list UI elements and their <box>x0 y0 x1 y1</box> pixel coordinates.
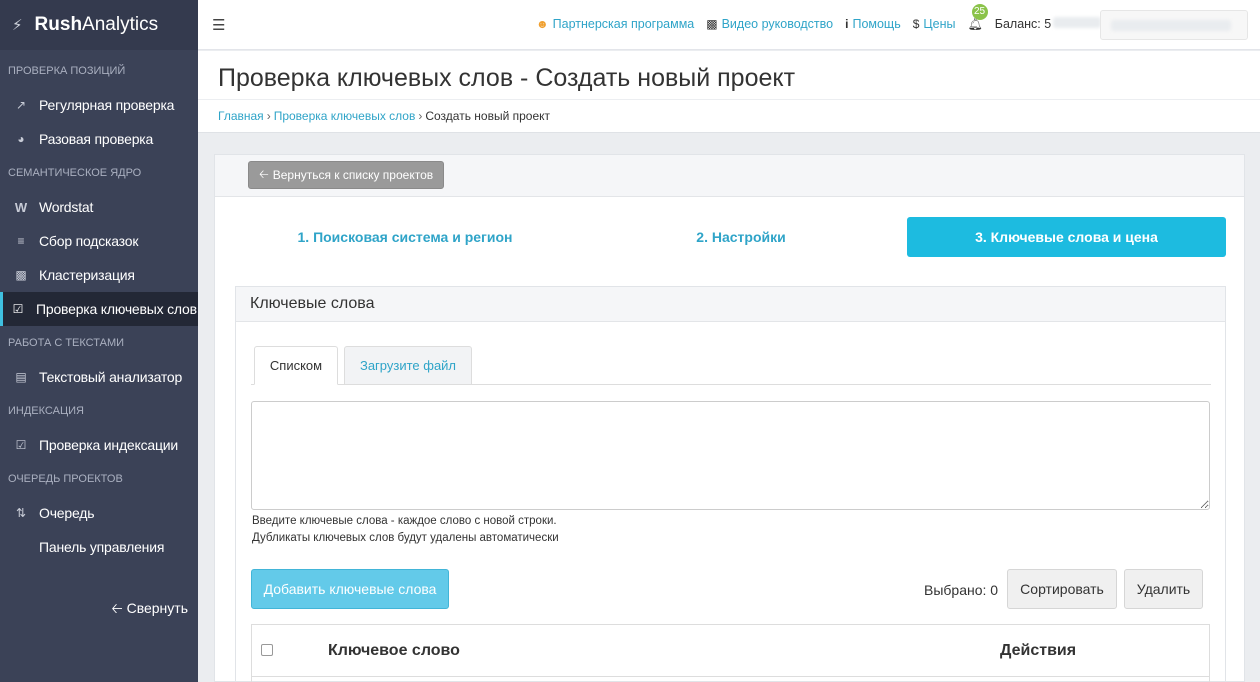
pie-chart-icon: ◕ <box>17 132 25 146</box>
notifications-button[interactable]: 🔔︎ 25 <box>968 4 988 31</box>
sitemap-icon: ▩ <box>15 268 27 282</box>
check-square-icon: ☑ <box>12 302 24 316</box>
step-search-engine-region[interactable]: 1. Поисковая система и регион <box>235 217 575 257</box>
page-title: Проверка ключевых слов - Создать новый п… <box>218 64 796 92</box>
align-left-icon: ≡ <box>17 234 25 248</box>
delete-button[interactable]: Удалить <box>1124 569 1203 609</box>
sidebar-item-label: Панель управления <box>39 539 165 555</box>
sidebar-section-queue: Очередь проектов <box>8 473 123 485</box>
redacted-username <box>1111 20 1231 31</box>
hamburger-menu-icon[interactable]: ☰ <box>212 16 225 34</box>
page-header: Проверка ключевых слов - Создать новый п… <box>198 51 1260 133</box>
arrow-left-icon: 🡠 <box>111 600 123 616</box>
check-square-icon: ☑ <box>15 438 27 452</box>
sidebar-item-text-analyzer[interactable]: ▤ Текстовый анализатор <box>0 360 198 394</box>
prices-link[interactable]: $ Цены <box>913 17 956 31</box>
sort-button[interactable]: Сортировать <box>1007 569 1117 609</box>
line-chart-icon: ↗ <box>15 98 27 112</box>
breadcrumb-keyword-check[interactable]: Проверка ключевых слов <box>274 109 416 123</box>
info-icon: i <box>845 17 849 31</box>
panel-top-bar: 🡠 Вернуться к списку проектов <box>215 155 1244 197</box>
sort-numeric-icon: ⇅ <box>15 506 27 520</box>
balance-label: Баланс: 5 <box>995 17 1102 31</box>
breadcrumb-home[interactable]: Главная <box>218 109 264 123</box>
step-settings[interactable]: 2. Настройки <box>575 217 907 257</box>
sidebar-section-semantic: Семантическое ядро <box>8 167 142 179</box>
sidebar-section-texts: Работа с текстами <box>8 337 125 349</box>
bolt-icon: ⚡︎ <box>12 17 23 34</box>
sidebar-item-regular-check[interactable]: ↗ Регулярная проверка <box>0 88 198 122</box>
sidebar-item-label: Регулярная проверка <box>39 97 175 113</box>
column-header-actions: Действия <box>1000 642 1077 659</box>
column-header-keyword: Ключевое слово <box>328 642 460 659</box>
keywords-textarea[interactable] <box>251 401 1210 510</box>
breadcrumb-current: Создать новый проект <box>425 109 551 123</box>
create-project-panel: 🡠 Вернуться к списку проектов 1. Поисков… <box>214 154 1245 682</box>
wizard-steps: 1. Поисковая система и регион 2. Настрой… <box>235 217 1226 257</box>
sidebar-item-label: Wordstat <box>39 199 94 215</box>
sidebar-item-single-check[interactable]: ◕ Разовая проверка <box>0 122 198 156</box>
keywords-table: Ключевое слово Действия <box>251 624 1210 682</box>
sidebar-item-index-check[interactable]: ☑ Проверка индексации <box>0 428 198 462</box>
sidebar-item-keyword-check[interactable]: ☑ Проверка ключевых слов <box>0 292 198 326</box>
keywords-box: Ключевые слова Списком Загрузите файл Вв… <box>235 286 1226 682</box>
sidebar-item-label: Проверка ключевых слов <box>36 301 197 317</box>
tab-upload-file[interactable]: Загрузите файл <box>344 346 472 385</box>
sidebar-item-control-panel[interactable]: Панель управления <box>0 530 198 564</box>
sidebar-item-clustering[interactable]: ▩ Кластеризация <box>0 258 198 292</box>
sidebar-item-wordstat[interactable]: W Wordstat <box>0 190 198 224</box>
sidebar-section-positions: Проверка позиций <box>8 65 126 77</box>
keywords-heading: Ключевые слова <box>236 287 1225 322</box>
sidebar-section-indexing: Индексация <box>8 405 84 417</box>
keywords-tabs: Списком Загрузите файл <box>251 346 1211 385</box>
sidebar: ⚡︎ RushAnalytics Проверка позиций ↗ Регу… <box>0 0 198 682</box>
collapse-sidebar-button[interactable]: 🡠 Свернуть <box>111 598 188 622</box>
redacted-balance <box>1053 17 1102 28</box>
arrow-left-icon: 🡠 <box>259 166 269 181</box>
logo[interactable]: ⚡︎ RushAnalytics <box>0 0 198 50</box>
sidebar-item-label: Сбор подсказок <box>39 233 139 249</box>
sidebar-item-queue[interactable]: ⇅ Очередь <box>0 496 198 530</box>
partner-program-link[interactable]: ☻ Партнерская программа <box>536 17 694 31</box>
header-divider <box>198 99 1260 100</box>
select-all-checkbox[interactable] <box>261 644 273 656</box>
wordstat-w-icon: W <box>14 199 28 215</box>
sidebar-item-label: Кластеризация <box>39 267 135 283</box>
user-menu[interactable] <box>1100 10 1248 40</box>
back-to-projects-button[interactable]: 🡠 Вернуться к списку проектов <box>248 161 445 189</box>
sidebar-item-label: Текстовый анализатор <box>39 369 183 385</box>
dollar-icon: $ <box>912 17 920 31</box>
selected-count: Выбрано: 0 <box>924 582 999 598</box>
users-icon: ☻ <box>536 17 549 31</box>
sidebar-item-label: Проверка индексации <box>39 437 179 453</box>
film-icon: ▩ <box>706 17 718 31</box>
notifications-badge: 25 <box>971 4 988 20</box>
table-header-row: Ключевое слово Действия <box>252 625 1209 677</box>
step-keywords-price[interactable]: 3. Ключевые слова и цена <box>907 217 1226 257</box>
breadcrumb: Главная › Проверка ключевых слов › Создать н… <box>218 109 551 123</box>
sidebar-item-label: Разовая проверка <box>39 131 154 147</box>
keywords-help: Введите ключевые слова - каждое слово с … <box>252 515 559 544</box>
tab-list[interactable]: Списком <box>254 346 338 385</box>
top-links: ☻ Партнерская программа ▩ Видео руководс… <box>536 4 1102 31</box>
video-guide-link[interactable]: ▩ Видео руководство <box>706 17 833 31</box>
brand-name: RushAnalytics <box>34 14 159 35</box>
topbar: ☰ ☻ Партнерская программа ▩ Видео руково… <box>198 0 1260 50</box>
add-keywords-button[interactable]: Добавить ключевые слова <box>251 569 449 609</box>
sidebar-item-label: Очередь <box>39 505 95 521</box>
sidebar-item-suggestions[interactable]: ≡ Сбор подсказок <box>0 224 198 258</box>
help-link[interactable]: i Помощь <box>845 17 901 31</box>
file-text-icon: ▤ <box>15 370 27 384</box>
